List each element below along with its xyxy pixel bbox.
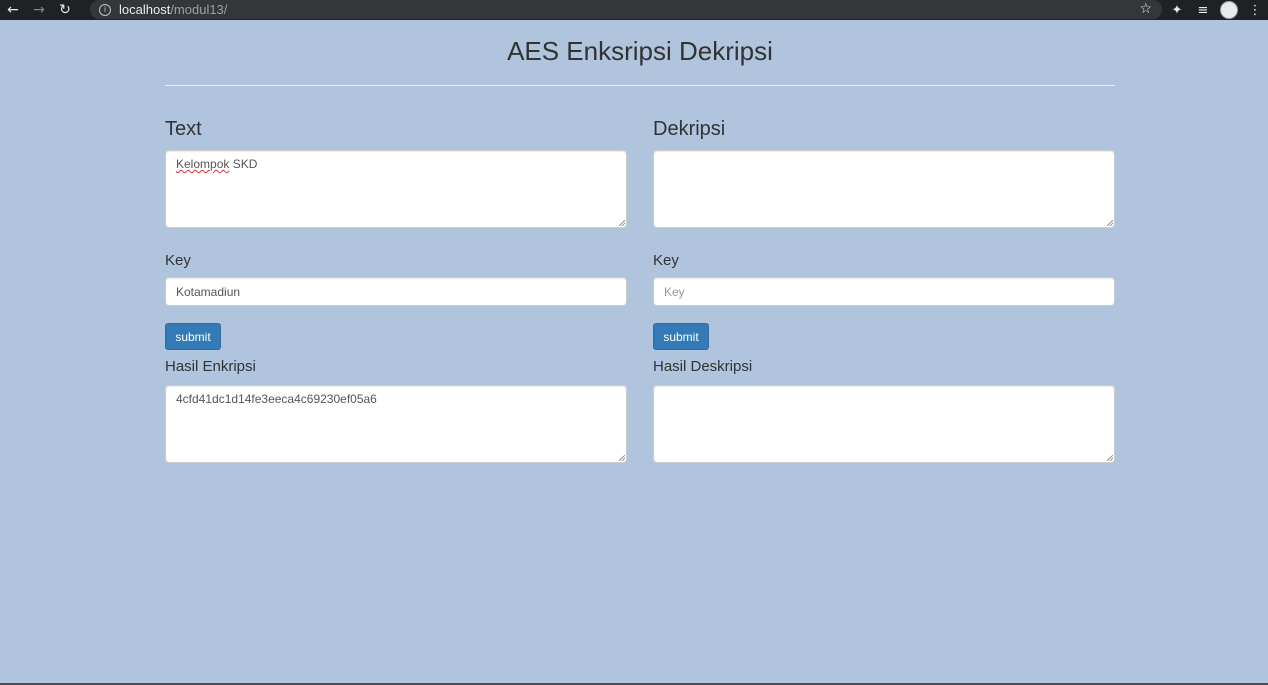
back-arrow-icon[interactable]: ← — [0, 0, 26, 20]
address-bar[interactable]: i localhost /modul13/ ☆ — [90, 0, 1162, 19]
encrypt-key-label: Key — [165, 252, 191, 269]
extensions-puzzle-icon[interactable]: ✦ — [1164, 0, 1190, 20]
forward-arrow-icon[interactable]: → — [26, 0, 52, 20]
resize-grip-icon[interactable] — [619, 220, 625, 226]
encrypt-result-textarea[interactable]: 4cfd41dc1d14fe3eeca4c69230ef05a6 — [165, 385, 627, 463]
decrypt-result-textarea[interactable] — [653, 385, 1115, 463]
resize-grip-icon[interactable] — [1107, 220, 1113, 226]
avatar — [1220, 1, 1238, 19]
decrypt-key-input[interactable] — [653, 277, 1115, 306]
site-info-icon[interactable]: i — [99, 3, 111, 16]
decrypt-key-label: Key — [653, 252, 679, 269]
plaintext-rest: SKD — [229, 157, 258, 171]
ciphertext-textarea[interactable] — [653, 150, 1115, 228]
decrypt-result-wrap — [653, 385, 1115, 463]
encrypt-submit-button[interactable]: submit — [165, 323, 221, 350]
encrypt-result-label: Hasil Enkripsi — [165, 358, 256, 375]
spellcheck-flagged-word: Kelompok — [176, 157, 230, 171]
title-divider — [165, 85, 1115, 86]
page-title: AES Enksripsi Dekripsi — [507, 36, 773, 66]
plaintext-textarea-wrap: Kelompok SKD — [165, 150, 627, 228]
encrypt-key-input[interactable] — [165, 277, 627, 306]
url-path: /modul13/ — [170, 2, 228, 17]
url-host: localhost — [119, 2, 171, 17]
decrypt-heading: Dekripsi — [653, 118, 726, 140]
plaintext-textarea[interactable]: Kelompok SKD — [165, 150, 627, 228]
decrypt-submit-button[interactable]: submit — [653, 323, 709, 350]
profile-avatar[interactable] — [1216, 0, 1242, 20]
resize-grip-icon[interactable] — [619, 455, 625, 461]
encrypt-result-wrap: 4cfd41dc1d14fe3eeca4c69230ef05a6 — [165, 385, 627, 463]
resize-grip-icon[interactable] — [1107, 455, 1113, 461]
reload-icon[interactable]: ↻ — [52, 0, 78, 20]
decrypt-result-label: Hasil Deskripsi — [653, 358, 753, 375]
menu-kebab-icon[interactable]: ⋮ — [1242, 0, 1268, 20]
ciphertext-textarea-wrap — [653, 150, 1115, 228]
bookmark-star-icon[interactable]: ☆ — [1139, 0, 1152, 19]
media-queue-icon[interactable]: ≡ — [1190, 0, 1216, 20]
encrypt-heading: Text — [165, 118, 202, 140]
browser-toolbar: ← → ↻ i localhost /modul13/ ☆ ✦ ≡ ⋮ — [0, 0, 1268, 20]
